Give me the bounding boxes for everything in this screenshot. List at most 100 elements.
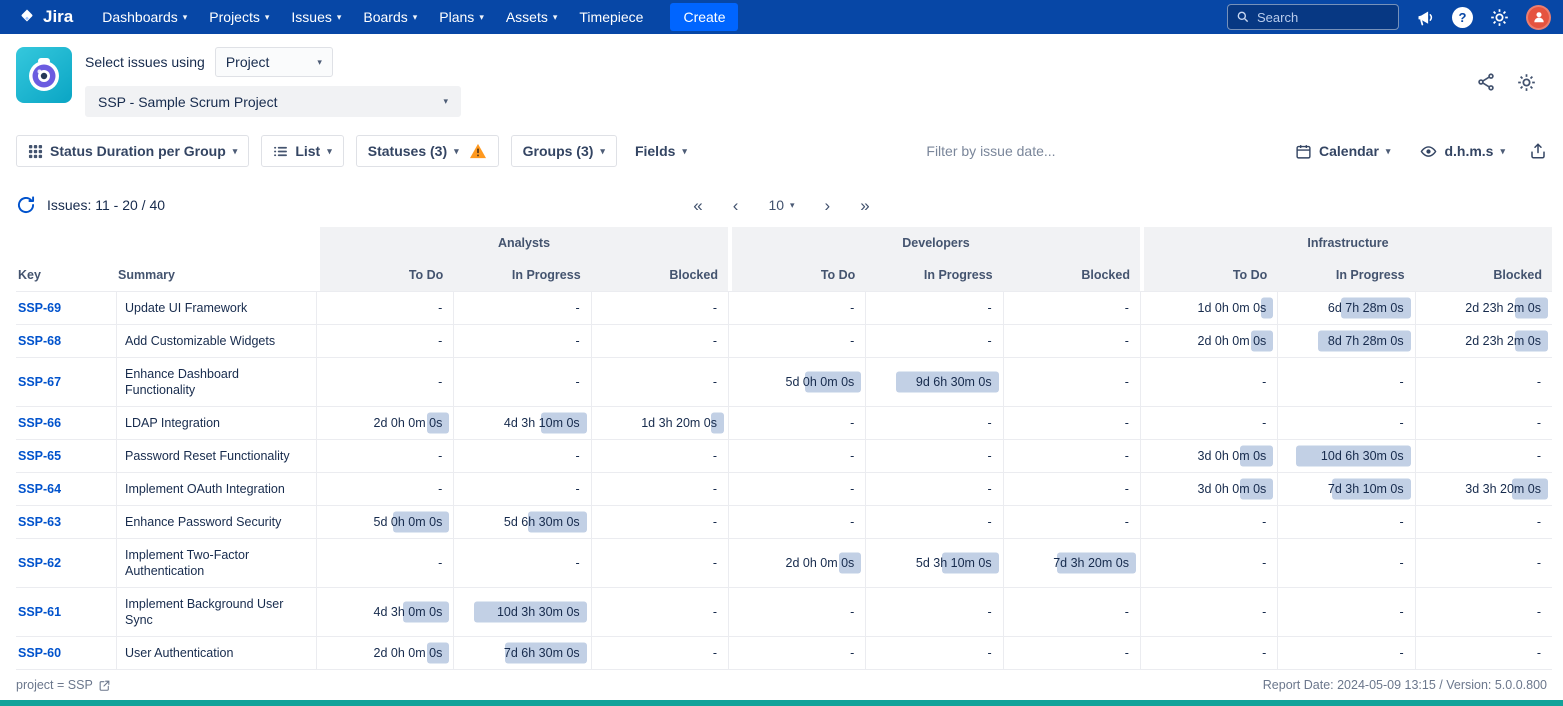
issue-key-link[interactable]: SSP-65 xyxy=(18,449,61,463)
duration-value: 5d 6h 30m 0s xyxy=(501,515,583,529)
duration-cell: - xyxy=(316,291,453,325)
search-input[interactable] xyxy=(1257,10,1390,25)
duration-cell: - xyxy=(1277,588,1414,637)
header-spacer xyxy=(16,227,316,259)
first-page-icon[interactable]: « xyxy=(693,197,702,214)
duration-value: 2d 0h 0m 0s xyxy=(371,416,446,430)
table-row: SSP-62Implement Two-Factor Authenticatio… xyxy=(16,539,1552,588)
issue-key-link[interactable]: SSP-66 xyxy=(18,416,61,430)
nav-item-timepiece[interactable]: Timepiece xyxy=(568,0,654,34)
duration-cell: - xyxy=(1277,358,1414,407)
share-icon[interactable] xyxy=(1476,72,1496,92)
duration-format-button[interactable]: d.h.m.s ▾ xyxy=(1414,135,1511,167)
last-page-icon[interactable]: » xyxy=(860,197,869,214)
chevron-down-icon: ▾ xyxy=(413,12,418,23)
view-mode-button[interactable]: List ▾ xyxy=(261,135,343,167)
nav-item-assets[interactable]: Assets▾ xyxy=(495,0,569,34)
issue-key-link[interactable]: SSP-62 xyxy=(18,556,61,570)
duration-value: - xyxy=(1396,515,1406,529)
column-header-row: KeySummaryTo DoIn ProgressBlockedTo DoIn… xyxy=(16,259,1552,291)
issue-key-link[interactable]: SSP-69 xyxy=(18,301,61,315)
duration-cell: 9d 6h 30m 0s xyxy=(865,358,1002,407)
duration-cell: - xyxy=(1415,637,1552,670)
duration-value: - xyxy=(1259,605,1269,619)
duration-cell: - xyxy=(1140,358,1277,407)
duration-cell: - xyxy=(865,325,1002,358)
issue-date-filter-input[interactable]: Filter by issue date... xyxy=(926,143,1055,159)
chevron-down-icon: ▾ xyxy=(553,12,558,23)
report-type-label: Status Duration per Group xyxy=(50,143,226,159)
issue-key-link[interactable]: SSP-60 xyxy=(18,646,61,660)
table-row: SSP-68Add Customizable Widgets------2d 0… xyxy=(16,325,1552,358)
duration-cell: - xyxy=(316,358,453,407)
jira-logo[interactable]: Jira xyxy=(18,7,73,27)
report-type-button[interactable]: Status Duration per Group ▾ xyxy=(16,135,249,167)
nav-item-projects[interactable]: Projects▾ xyxy=(198,0,280,34)
issue-key-link[interactable]: SSP-61 xyxy=(18,605,61,619)
issue-key-link[interactable]: SSP-68 xyxy=(18,334,61,348)
next-page-icon[interactable]: › xyxy=(825,197,831,214)
duration-cell: - xyxy=(728,506,865,539)
jql-filter-text: project = SSP xyxy=(16,678,93,692)
duration-cell: - xyxy=(1003,506,1140,539)
groups-filter-button[interactable]: Groups (3) ▾ xyxy=(511,135,617,167)
duration-value: - xyxy=(435,482,445,496)
brand-label: Jira xyxy=(43,7,73,27)
help-icon[interactable]: ? xyxy=(1452,7,1473,28)
duration-value: 7d 6h 30m 0s xyxy=(501,646,583,660)
duration-value: - xyxy=(710,605,720,619)
calendar-button[interactable]: Calendar ▾ xyxy=(1289,135,1396,167)
duration-cell: - xyxy=(1277,407,1414,440)
duration-value: 7d 3h 10m 0s xyxy=(1325,482,1407,496)
duration-cell: - xyxy=(1003,358,1140,407)
previous-page-icon[interactable]: ‹ xyxy=(733,197,739,214)
duration-cell: 5d 3h 10m 0s xyxy=(865,539,1002,588)
duration-cell: - xyxy=(591,506,728,539)
duration-cell: - xyxy=(728,291,865,325)
nav-item-boards[interactable]: Boards▾ xyxy=(352,0,428,34)
app-header: Select issues using Project ▾ SSP - Samp… xyxy=(0,34,1563,129)
duration-cell: - xyxy=(591,358,728,407)
issue-summary: Enhance Password Security xyxy=(116,506,316,539)
duration-value: - xyxy=(710,301,720,315)
chevron-down-icon: ▾ xyxy=(327,146,332,157)
chevron-down-icon: ▾ xyxy=(233,146,238,157)
nav-item-plans[interactable]: Plans▾ xyxy=(428,0,495,34)
report-settings-gear-icon[interactable] xyxy=(1516,72,1537,93)
table-row: SSP-60User Authentication2d 0h 0m 0s7d 6… xyxy=(16,637,1552,670)
issue-key-link[interactable]: SSP-64 xyxy=(18,482,61,496)
chevron-down-icon: ▾ xyxy=(1386,146,1391,157)
duration-cell: 7d 6h 30m 0s xyxy=(453,637,590,670)
nav-item-dashboards[interactable]: Dashboards▾ xyxy=(91,0,198,34)
duration-cell: - xyxy=(865,473,1002,506)
duration-value: - xyxy=(1122,334,1132,348)
duration-cell: 10d 3h 30m 0s xyxy=(453,588,590,637)
issue-source-mode-select[interactable]: Project ▾ xyxy=(215,47,333,77)
export-icon[interactable] xyxy=(1529,142,1547,160)
project-select[interactable]: SSP - Sample Scrum Project ▾ xyxy=(85,86,461,117)
duration-cell: - xyxy=(453,440,590,473)
duration-value: - xyxy=(847,515,857,529)
statuses-filter-button[interactable]: Statuses (3) ▾ xyxy=(356,135,499,167)
duration-cell: - xyxy=(728,325,865,358)
duration-value: - xyxy=(572,375,582,389)
duration-value: 2d 23h 2m 0s xyxy=(1462,334,1544,348)
issue-key-link[interactable]: SSP-63 xyxy=(18,515,61,529)
page-size-select[interactable]: 10 ▾ xyxy=(768,197,794,213)
duration-value: - xyxy=(1396,556,1406,570)
nav-item-issues[interactable]: Issues▾ xyxy=(280,0,352,34)
issue-key-link[interactable]: SSP-67 xyxy=(18,375,61,389)
jql-filter-link[interactable]: project = SSP xyxy=(16,678,111,692)
refresh-icon[interactable] xyxy=(16,195,36,215)
user-avatar[interactable] xyxy=(1526,5,1551,30)
duration-value: - xyxy=(1396,416,1406,430)
global-search[interactable] xyxy=(1227,4,1399,30)
fields-button[interactable]: Fields ▾ xyxy=(629,135,693,167)
create-button[interactable]: Create xyxy=(670,3,738,31)
duration-cell: - xyxy=(865,506,1002,539)
duration-cell: - xyxy=(453,539,590,588)
duration-value: - xyxy=(1396,375,1406,389)
announcements-icon[interactable] xyxy=(1415,7,1436,28)
duration-cell: - xyxy=(728,588,865,637)
settings-gear-icon[interactable] xyxy=(1489,7,1510,28)
